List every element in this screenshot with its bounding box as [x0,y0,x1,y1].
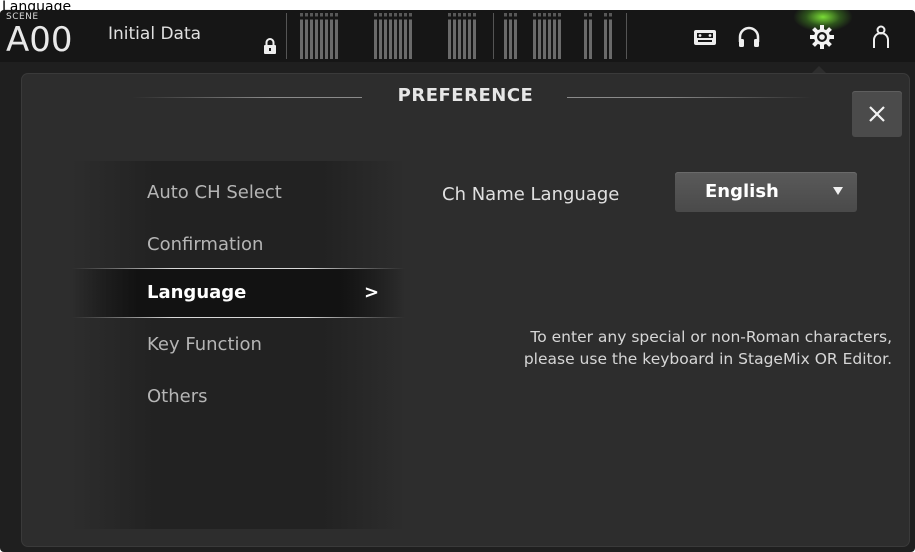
headphones-icon[interactable] [736,24,762,50]
menu-item-confirmation[interactable]: Confirmation [72,220,405,270]
menu-item-label: Language [147,282,247,303]
scene-number[interactable]: A00 [6,20,73,60]
menu-item-label: Confirmation [147,234,264,255]
menu-item-label: Key Function [147,334,262,355]
menu-item-others[interactable]: Others [72,372,405,422]
ch-name-language-label: Ch Name Language [442,184,620,205]
gear-icon[interactable] [809,24,835,50]
dropdown-caret-icon [833,187,843,195]
menu-item-auto-ch-select[interactable]: Auto CH Select [72,168,405,218]
menu-item-label: Others [147,386,208,407]
dialog-title: PREFERENCE [397,85,534,106]
language-note: To enter any special or non-Roman charac… [452,326,892,370]
close-button[interactable] [852,91,902,137]
submenu-arrow: > [364,282,380,303]
recorder-icon[interactable] [692,24,718,50]
level-meters-group-3 [448,13,476,59]
preference-menu: Auto CH Select Confirmation Language > K… [72,161,405,529]
close-icon [869,106,885,122]
meter-divider [286,13,287,59]
note-line-1: To enter any special or non-Roman charac… [530,328,892,346]
menu-item-label: Auto CH Select [147,182,282,203]
meter-divider [493,13,494,59]
selected-language: English [705,181,779,202]
ch-name-language-select[interactable]: English [675,172,857,212]
preference-dialog: PREFERENCE Auto CH Select Confirmation L… [22,74,909,546]
meter-divider [626,13,627,59]
menu-item-language[interactable]: Language > [72,268,405,318]
user-icon[interactable] [868,24,894,50]
scene-title[interactable]: Initial Data [108,24,201,44]
menu-item-key-function[interactable]: Key Function [72,320,405,370]
note-line-2: please use the keyboard in StageMix OR E… [523,350,892,368]
level-meters-group-2 [374,13,412,59]
level-meters-group-5 [533,13,561,59]
lock-icon[interactable] [263,38,277,54]
top-bar: SCENE A00 Initial Data [0,10,915,62]
level-meters-group-1 [300,13,338,59]
level-meters-group-6 [584,13,592,59]
level-meters-group-4 [504,13,517,59]
console-screen: SCENE A00 Initial Data PREFERENCE Auto C… [0,10,915,552]
level-meters-group-7 [604,13,612,59]
